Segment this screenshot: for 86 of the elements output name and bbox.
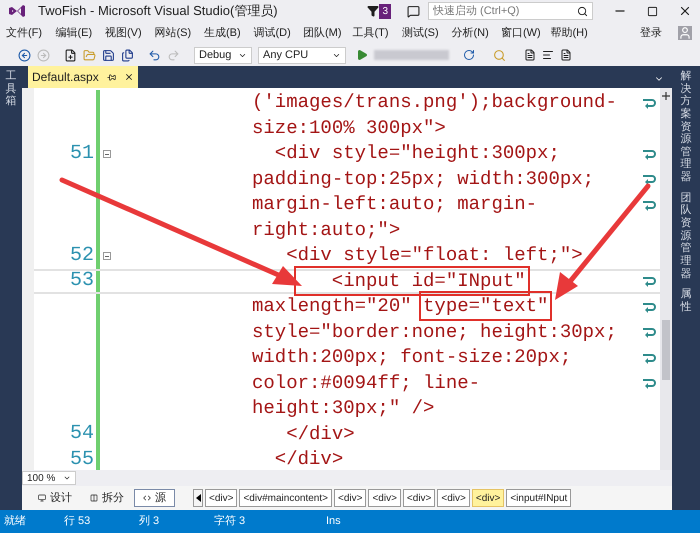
format-icon[interactable] xyxy=(542,49,554,61)
menu-item[interactable]: 工具(T) xyxy=(352,24,402,42)
side-panel-tab[interactable]: 团队资源管理器 xyxy=(680,192,692,280)
window-title: TwoFish - Microsoft Visual Studio(管理员) xyxy=(38,2,278,20)
view-tab[interactable]: 设计 xyxy=(30,489,80,507)
pin-icon[interactable] xyxy=(106,72,116,82)
breadcrumb-item[interactable]: <div> xyxy=(437,489,470,507)
scrollbar-thumb[interactable] xyxy=(662,320,670,380)
menu-item[interactable]: 调试(D) xyxy=(254,24,303,42)
fold-icon[interactable] xyxy=(103,252,111,260)
code-text: maxlength="20" xyxy=(252,295,413,318)
line-number: 55 xyxy=(70,448,94,470)
line-number: 52 xyxy=(70,244,94,267)
status-text: 列 3 xyxy=(139,514,160,530)
breadcrumb-item[interactable]: <div> xyxy=(402,489,436,507)
maximize-icon[interactable] xyxy=(647,6,658,16)
code-text: <div style="float: left;"> xyxy=(285,244,583,266)
search-icon[interactable] xyxy=(577,6,588,16)
breadcrumb-item[interactable]: <div> xyxy=(334,489,366,507)
save-icon[interactable] xyxy=(102,48,115,62)
breadcrumb-item[interactable]: <input#INput xyxy=(506,489,572,507)
status-text: 就绪 xyxy=(4,514,27,530)
menu-item[interactable]: 窗口(W) xyxy=(501,24,550,42)
code-text: height:30px;" /> xyxy=(252,397,434,420)
platform-dropdown[interactable]: Any CPU xyxy=(258,46,346,64)
menu-item[interactable]: 生成(B) xyxy=(204,24,254,42)
new-file-icon[interactable] xyxy=(64,48,77,62)
code-text: ('images/trans.png');background- xyxy=(252,91,617,114)
columns-icon xyxy=(90,494,98,502)
menu-item[interactable]: 帮助(H) xyxy=(550,24,600,42)
code-text: width:200px; font-size:20px; xyxy=(252,346,572,368)
filter-icon[interactable] xyxy=(367,5,380,17)
view-tab[interactable]: 拆分 xyxy=(82,489,132,507)
line-number: 51 xyxy=(70,142,94,165)
quick-launch-field[interactable]: 快速启动 (Ctrl+Q) xyxy=(428,2,593,20)
sign-in-link[interactable]: 登录 xyxy=(640,24,662,42)
code-text: </div> xyxy=(285,422,355,445)
undo-icon[interactable] xyxy=(148,48,161,62)
line-number: 53 xyxy=(70,269,94,292)
zoom-dropdown[interactable]: 100 % xyxy=(22,471,76,485)
fold-icon[interactable] xyxy=(103,150,111,158)
side-panel-tab[interactable]: 属性 xyxy=(680,288,692,314)
breadcrumb-item[interactable]: <div#maincontent> xyxy=(239,489,332,507)
code-text: margin-left:auto; margin- xyxy=(252,193,538,216)
code-text: </div> xyxy=(274,448,344,470)
play-icon[interactable] xyxy=(356,49,368,61)
breadcrumb-item[interactable]: <div> xyxy=(472,489,504,507)
code-text: right:auto;"> xyxy=(252,218,400,241)
close-icon[interactable] xyxy=(678,4,692,18)
notification-badge[interactable]: 3 xyxy=(379,4,391,18)
app-logo-icon xyxy=(8,3,26,19)
side-panel-tab[interactable]: 解决方案资源管理器 xyxy=(680,70,692,184)
status-text: 字符 3 xyxy=(214,514,246,530)
refresh-icon[interactable] xyxy=(463,49,475,61)
line-number: 54 xyxy=(70,422,94,446)
configuration-dropdown[interactable]: Debug xyxy=(194,46,252,64)
monitor-icon xyxy=(38,494,46,502)
document-tab[interactable]: Default.aspx xyxy=(28,66,138,88)
user-icon[interactable] xyxy=(678,26,692,40)
menu-item[interactable]: 编辑(E) xyxy=(56,24,105,42)
save-all-icon[interactable] xyxy=(121,48,134,62)
menu-item[interactable]: 测试(S) xyxy=(402,24,452,42)
code-icon xyxy=(143,494,151,502)
menu-item[interactable]: 文件(F) xyxy=(6,24,56,42)
view-tab[interactable]: 源 xyxy=(134,489,175,507)
menu-item[interactable]: 视图(V) xyxy=(105,24,154,42)
menu-item[interactable]: 网站(S) xyxy=(154,24,204,42)
code-text: <div style="height:300px; xyxy=(274,142,560,164)
menu-item[interactable]: 分析(N) xyxy=(452,24,501,42)
code-text: style="border:none; height:30px; xyxy=(252,320,617,343)
status-text: 行 53 xyxy=(64,514,92,530)
code-text: padding-top:25px; width:300px; xyxy=(252,168,594,190)
document-icon[interactable] xyxy=(560,49,572,61)
breadcrumb-item[interactable]: <div> xyxy=(368,489,401,507)
caret-icon xyxy=(63,474,71,482)
toolbox-tab[interactable]: 工具箱 xyxy=(6,70,16,108)
split-handle-icon[interactable] xyxy=(662,92,670,100)
close-icon[interactable] xyxy=(124,72,134,82)
code-text: color:#0094ff; line- xyxy=(252,372,480,394)
feedback-icon[interactable] xyxy=(407,4,420,18)
menu-item[interactable]: 团队(M) xyxy=(303,24,352,42)
breadcrumb-item[interactable]: <div> xyxy=(205,489,238,507)
document-icon[interactable] xyxy=(524,49,536,61)
code-text: size:100% 300px"> xyxy=(252,116,446,139)
status-text: Ins xyxy=(326,514,342,530)
back-icon[interactable] xyxy=(18,48,31,62)
